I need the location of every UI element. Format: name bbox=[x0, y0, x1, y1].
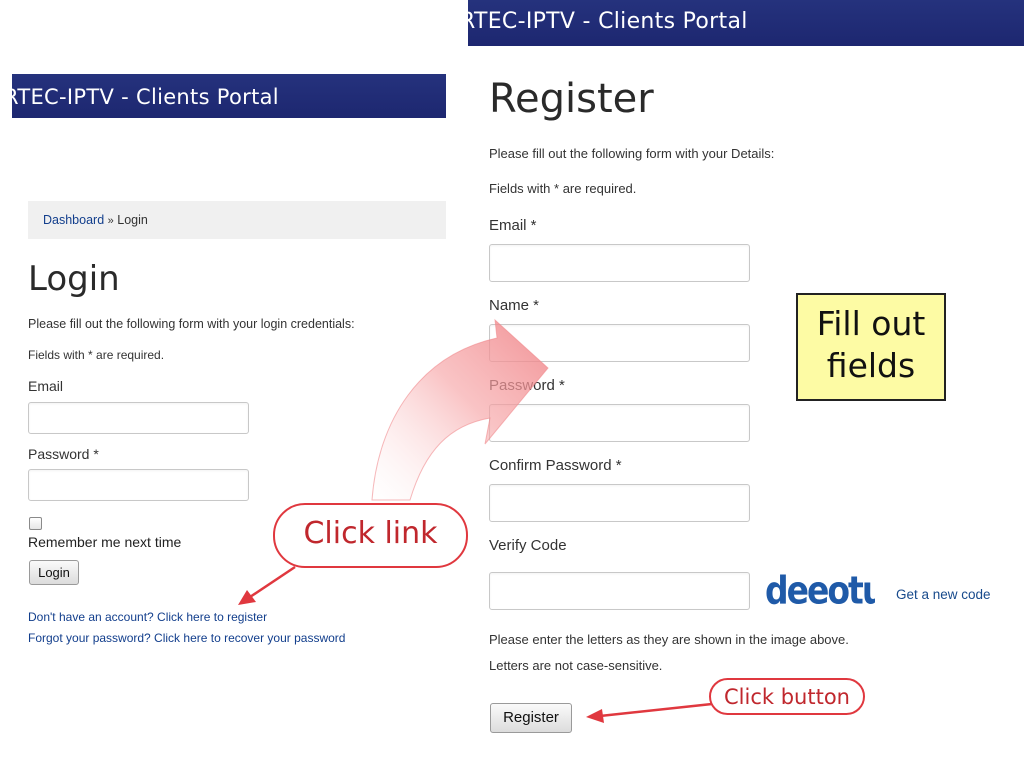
fill-out-fields-note: Fill out fields bbox=[796, 293, 946, 401]
click-button-callout: Click button bbox=[709, 678, 865, 715]
click-button-callout-text: Click button bbox=[724, 685, 850, 709]
click-link-arrow-line bbox=[249, 565, 296, 599]
click-link-arrowhead bbox=[238, 590, 256, 605]
click-link-callout-text: Click link bbox=[303, 516, 438, 551]
click-button-arrow-line bbox=[599, 702, 713, 718]
fill-out-note-line-2: fields bbox=[826, 346, 916, 385]
curved-arrow bbox=[371, 318, 549, 501]
click-link-callout: Click link bbox=[273, 503, 468, 568]
click-button-arrowhead bbox=[586, 709, 604, 723]
fill-out-note-line-1: Fill out bbox=[816, 304, 926, 343]
